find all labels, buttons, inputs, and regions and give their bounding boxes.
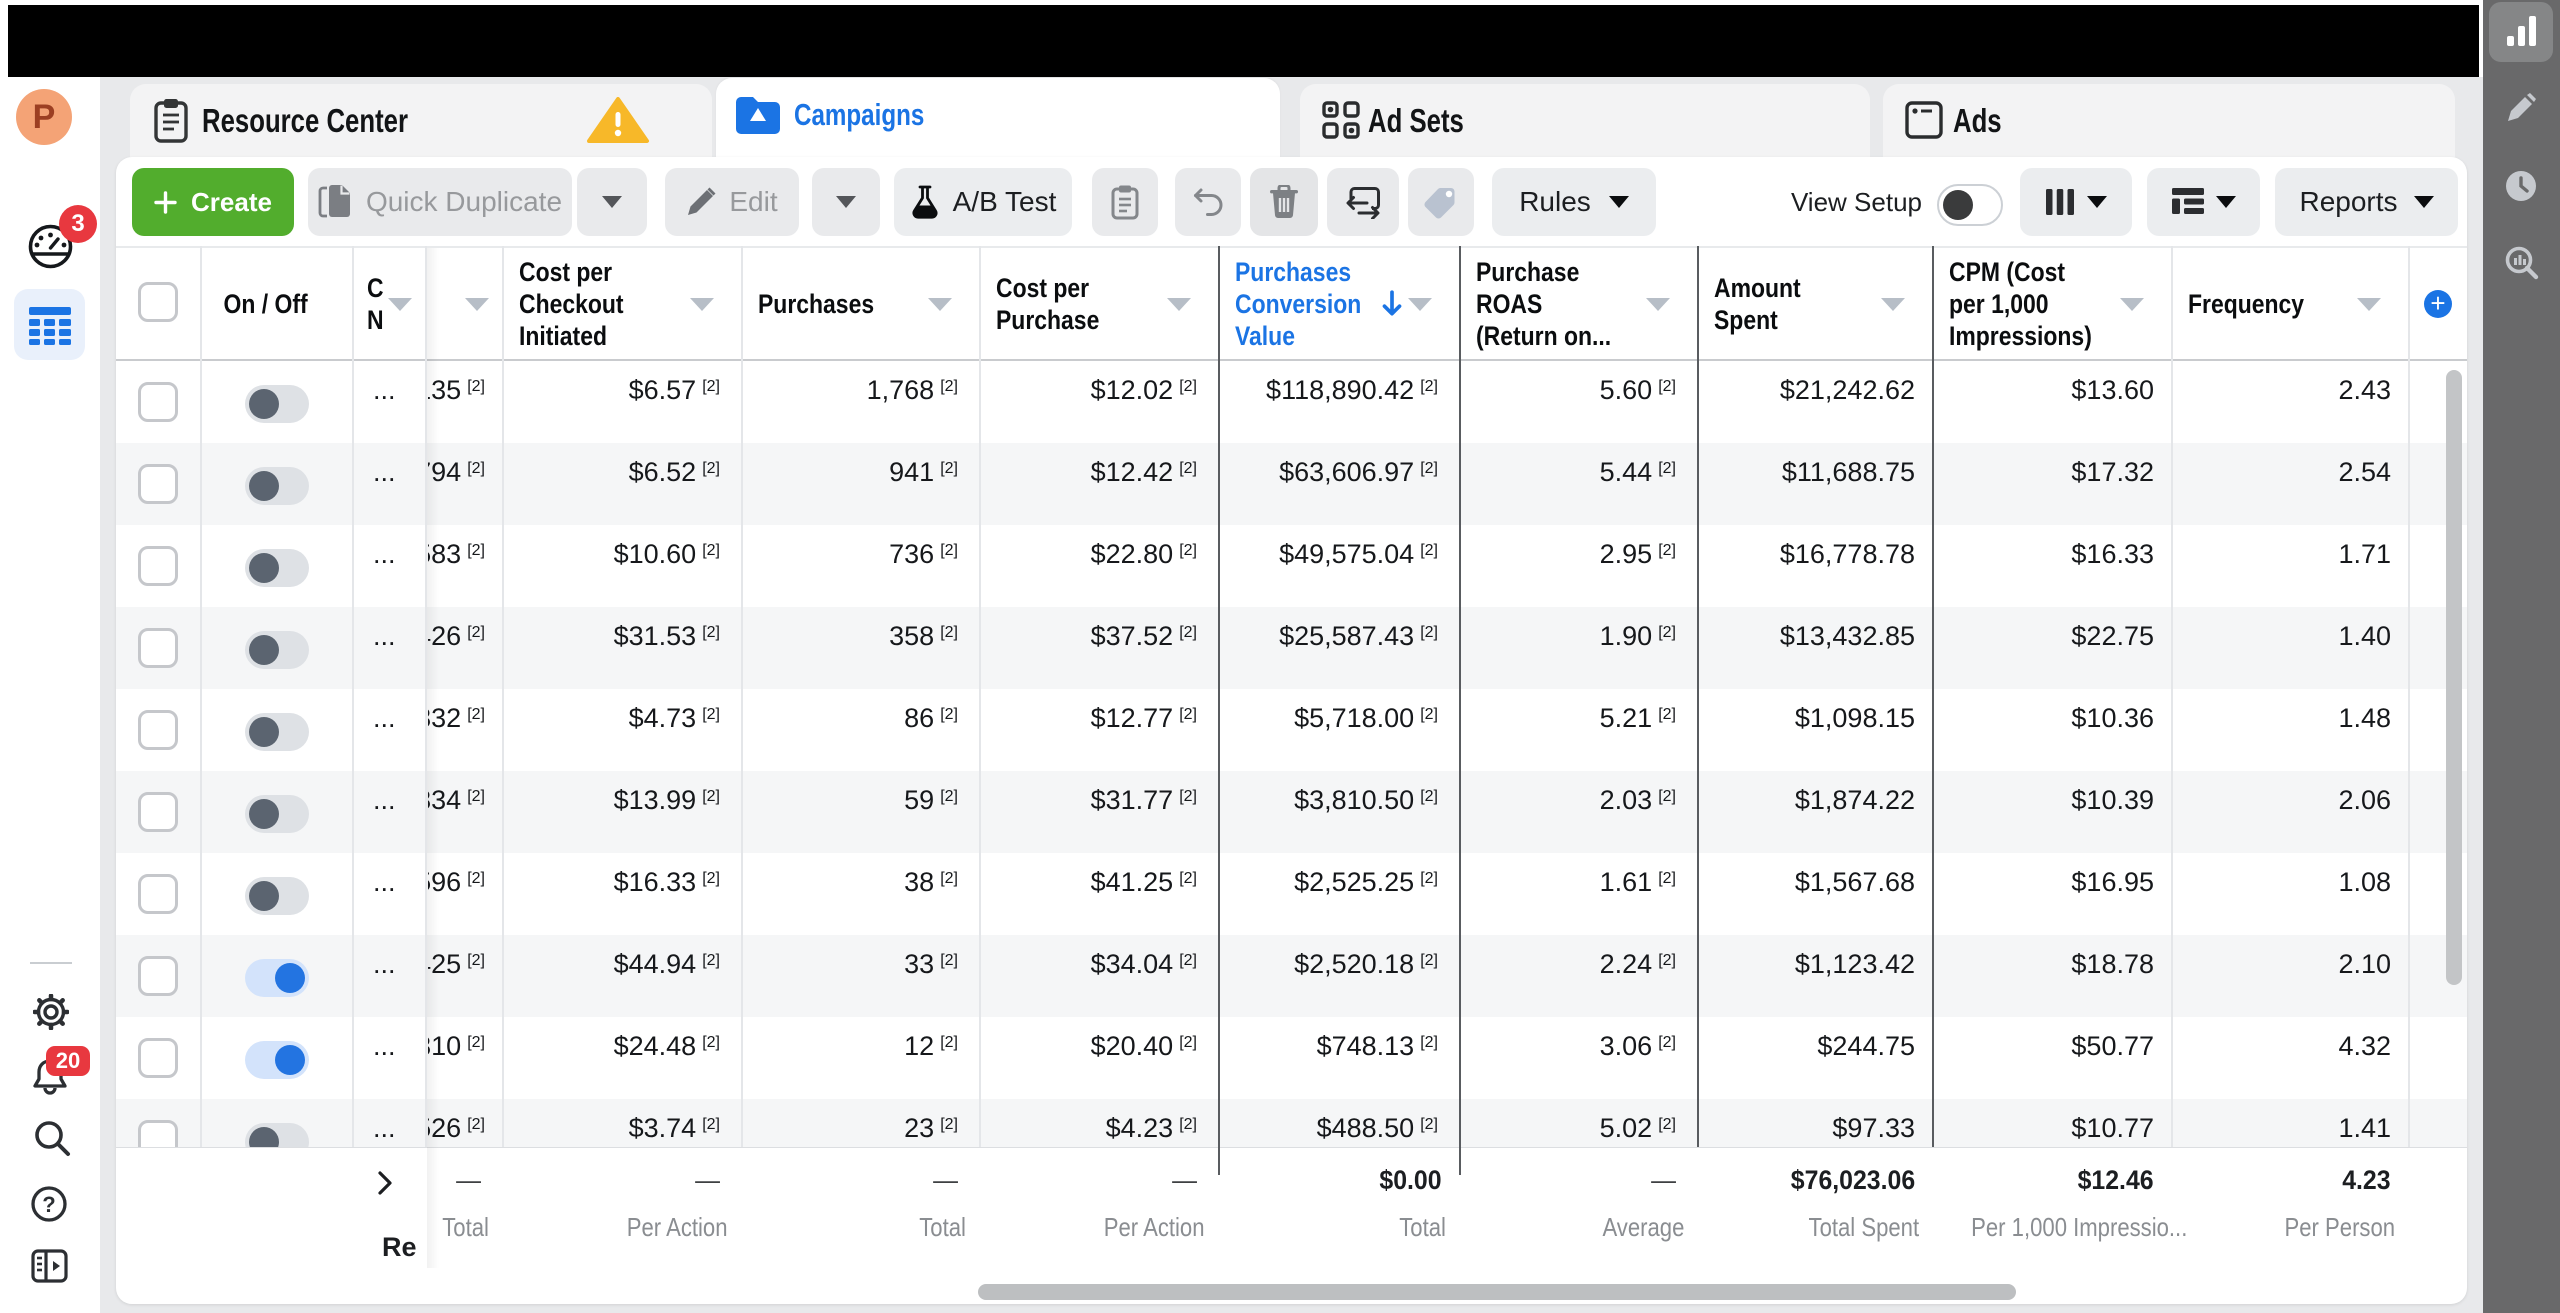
svg-text:?: ? — [42, 1192, 55, 1217]
